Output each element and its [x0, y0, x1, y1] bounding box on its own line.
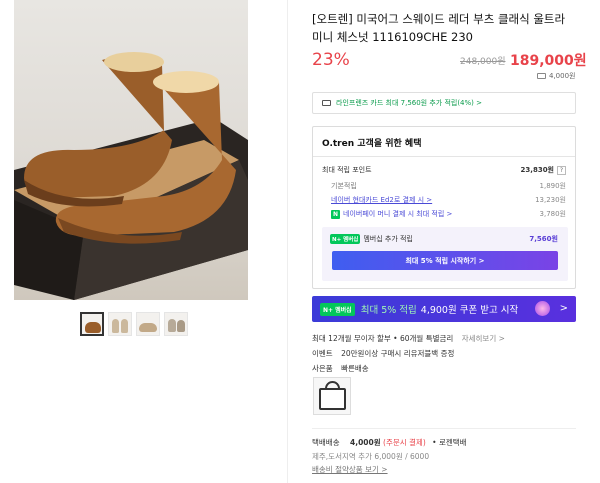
thumbnail-strip — [80, 312, 188, 336]
coupon-banner[interactable]: N+ 멤버십 최대 5% 적립 4,900원 쿠폰 받고 시작 > — [312, 296, 576, 322]
membership-start-button[interactable]: 최대 5% 적립 시작하기 > — [332, 251, 558, 270]
installment-detail-link[interactable]: 자세히보기 > — [462, 334, 505, 343]
gift-icon — [535, 301, 550, 316]
event-row: 이벤트 20만원이상 구매시 리유저블백 증정 — [312, 348, 454, 359]
question-icon[interactable]: ? — [557, 166, 566, 175]
gift-label: 사은품 — [312, 364, 333, 373]
npay-value: 3,780원 — [539, 210, 566, 218]
event-label: 이벤트 — [312, 349, 333, 358]
sale-price: 189,000원 — [510, 53, 587, 69]
arrow-right-icon: > — [559, 303, 568, 314]
coupon-highlight: 최대 5% 적립 — [360, 305, 417, 316]
nplus-badge: N+ 멤버십 — [330, 234, 361, 244]
thumbnail-4[interactable] — [164, 312, 188, 336]
bundle-saving-link[interactable]: 배송비 절약상품 보기 > — [312, 465, 388, 474]
delivery-extra: 제주,도서지역 추가 6,000원 / 6000 — [312, 452, 430, 461]
membership-value: 7,560원 — [529, 235, 558, 243]
hyundai-card-value: 13,230원 — [535, 196, 566, 204]
installment-row: 최대 12개월 무이자 할부 • 60개월 특별금리 자세히보기 > — [312, 333, 505, 344]
basic-points-row: 기본적립 1,890원 — [322, 181, 566, 191]
delivery-prepaid: (주문시 결제) — [383, 438, 426, 447]
hyundai-card-link[interactable]: 네이버 현대카드 Ed2로 결제 시 > — [322, 195, 432, 205]
card-benefit-text: 라인프렌즈 카드 최대 7,560원 추가 적립(4%) > — [336, 99, 482, 107]
benefit-divider — [313, 156, 575, 157]
npay-link[interactable]: 네이버페이 머니 결제 시 최대 적립 > — [343, 210, 452, 218]
coupon-text: 4,900원 쿠폰 받고 시작 — [420, 305, 519, 316]
card-benefit-banner[interactable]: 라인프렌즈 카드 최대 7,560원 추가 적립(4%) > — [312, 92, 576, 114]
discount-rate: 23% — [312, 50, 350, 70]
delivery-extra-row: 제주,도서지역 추가 6,000원 / 6000 — [312, 451, 429, 462]
thumbnail-2[interactable] — [108, 312, 132, 336]
shipping-fee-text: 4,000원 — [549, 72, 576, 80]
section-divider — [312, 428, 576, 429]
membership-row: N+ 멤버십 멤버십 추가 적립 7,560원 — [330, 234, 558, 244]
thumbnail-3[interactable] — [136, 312, 160, 336]
delivery-row: 택배배송 4,000원 (주문시 결제) • 로젠택배 — [312, 437, 467, 448]
shipping-fee-badge: 4,000원 — [537, 71, 575, 81]
coupon-nplus-badge: N+ 멤버십 — [320, 302, 355, 316]
delivery-label: 택배배송 — [312, 438, 340, 447]
delivery-bundle-row: 배송비 절약상품 보기 > — [312, 464, 388, 475]
max-points-value: 23,830원 — [520, 166, 554, 174]
benefit-title: O.tren 고객을 위한 혜택 — [322, 139, 422, 149]
benefit-panel: O.tren 고객을 위한 혜택 최대 적립 포인트 23,830원? 기본적립… — [312, 126, 576, 289]
gift-row: 사은품 빠른배송 — [312, 363, 369, 374]
npay-row[interactable]: N 네이버페이 머니 결제 시 최대 적립 > 3,780원 — [322, 209, 566, 219]
npay-icon: N — [331, 210, 340, 219]
max-points-label: 최대 적립 포인트 — [322, 166, 372, 174]
basic-points-value: 1,890원 — [539, 182, 566, 190]
membership-label: 멤버십 추가 적립 — [363, 235, 413, 243]
product-title: [오트렌] 미국어그 스웨이드 레더 부츠 클래식 울트라 미니 체스넛 111… — [312, 12, 566, 44]
membership-box: N+ 멤버십 멤버십 추가 적립 7,560원 최대 5% 적립 시작하기 > — [322, 227, 568, 281]
main-product-image[interactable] — [14, 0, 248, 300]
product-gallery — [0, 0, 262, 483]
boots-photo — [14, 52, 248, 300]
delivery-courier: • 로젠택배 — [432, 438, 467, 447]
delivery-fee: 4,000원 — [350, 438, 381, 447]
hyundai-card-row[interactable]: 네이버 현대카드 Ed2로 결제 시 > 13,230원 — [322, 195, 566, 205]
basic-points-label: 기본적립 — [331, 182, 357, 190]
gift-text: 빠른배송 — [341, 364, 369, 373]
column-divider — [287, 0, 288, 483]
gift-bag-thumbnail[interactable] — [313, 377, 351, 415]
truck-icon — [537, 73, 546, 79]
event-text: 20만원이상 구매시 리유저블백 증정 — [341, 349, 455, 358]
original-price: 248,000원 — [460, 57, 506, 67]
installment-text: 최대 12개월 무이자 할부 • 60개월 특별금리 — [312, 334, 454, 343]
thumbnail-1[interactable] — [80, 312, 104, 336]
max-points-row: 최대 적립 포인트 23,830원? — [322, 165, 566, 175]
card-icon — [322, 100, 331, 106]
bag-body — [319, 388, 346, 410]
